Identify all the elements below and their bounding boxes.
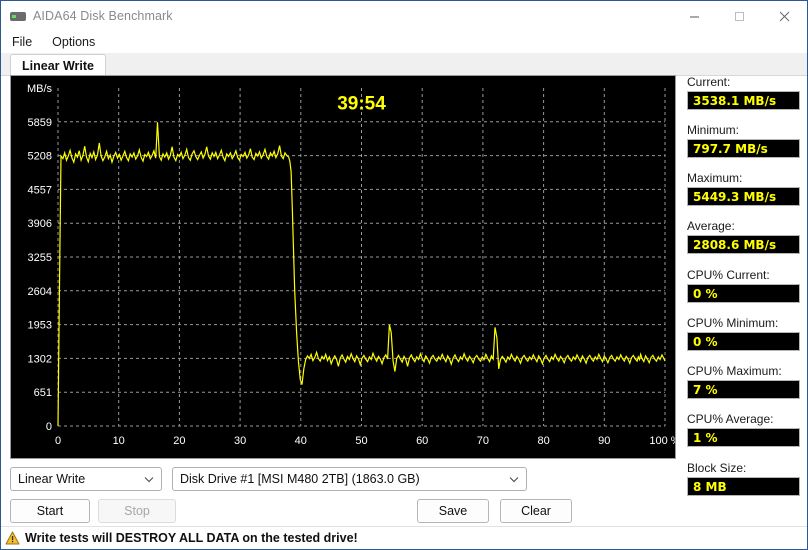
y-tick-label: 1302 <box>28 353 52 365</box>
stat-value-3: 2808.6 MB/s <box>687 235 800 254</box>
x-tick-label: 40 <box>295 435 307 447</box>
status-bar: Write tests will DESTROY ALL DATA on the… <box>1 526 807 549</box>
window-controls <box>672 1 807 31</box>
x-tick-label: 100 % <box>649 435 675 447</box>
menu-item-options[interactable]: Options <box>43 33 104 51</box>
x-tick-label: 70 <box>477 435 489 447</box>
x-tick-label: 30 <box>234 435 246 447</box>
x-tick-label: 10 <box>113 435 125 447</box>
disk-drive-icon <box>10 8 26 24</box>
y-tick-label: 3255 <box>28 252 52 264</box>
x-tick-label: 50 <box>355 435 367 447</box>
stat-label-2: Maximum: <box>687 171 743 185</box>
warning-triangle-icon <box>5 531 20 545</box>
y-tick-label: 0 <box>46 421 52 433</box>
aida64-disk-benchmark-window: AIDA64 Disk Benchmark File Options Linea… <box>0 0 808 550</box>
stat-value-4: 0 % <box>687 284 800 303</box>
selector-row: Linear Write Disk Drive #1 [MSI M480 2TB… <box>10 467 527 491</box>
status-message: Write tests will DESTROY ALL DATA on the… <box>25 531 358 545</box>
y-tick-label: 1953 <box>28 320 52 332</box>
benchmark-line-chart: 0 651 1302 1953 2604 3255 3906 4557 5208 5859 0 10 2… <box>27 83 675 447</box>
x-tick-label: 60 <box>416 435 428 447</box>
benchmark-mode-select[interactable]: Linear Write <box>10 467 162 491</box>
statistics-panel: Current: 3538.1 MB/s Minimum: 797.7 MB/s Max… <box>687 75 800 509</box>
stat-label-8: Block Size: <box>687 461 747 475</box>
title-bar: AIDA64 Disk Benchmark <box>1 1 807 31</box>
tab-linear-write[interactable]: Linear Write <box>10 54 107 76</box>
benchmark-mode-value: Linear Write <box>18 472 86 486</box>
disk-drive-select[interactable]: Disk Drive #1 [MSI M480 2TB] (1863.0 GB) <box>172 467 527 491</box>
y-axis-title: MB/s <box>27 83 53 95</box>
elapsed-timer: 39:54 <box>337 93 386 114</box>
stat-label-5: CPU% Minimum: <box>687 316 779 330</box>
minimize-icon[interactable] <box>672 1 717 31</box>
x-tick-label: 80 <box>537 435 549 447</box>
stat-label-0: Current: <box>687 75 731 89</box>
close-icon[interactable] <box>762 1 807 31</box>
chevron-down-icon <box>506 476 522 483</box>
menu-item-file[interactable]: File <box>3 33 41 51</box>
stop-button[interactable]: Stop <box>98 499 176 523</box>
button-row: Start Stop Save Clear <box>10 499 667 523</box>
stat-label-3: Average: <box>687 219 735 233</box>
y-tick-label: 4557 <box>28 184 52 196</box>
stat-value-8: 8 MB <box>687 477 800 496</box>
save-button[interactable]: Save <box>417 499 489 523</box>
stat-value-6: 7 % <box>687 380 800 399</box>
y-tick-label: 5208 <box>28 151 52 163</box>
tab-strip: Linear Write <box>1 53 807 76</box>
stat-value-1: 797.7 MB/s <box>687 139 800 158</box>
clear-button[interactable]: Clear <box>500 499 572 523</box>
menu-bar: File Options <box>1 31 807 53</box>
maximize-icon[interactable] <box>717 1 762 31</box>
stat-value-2: 5449.3 MB/s <box>687 187 800 206</box>
stat-label-4: CPU% Current: <box>687 268 770 282</box>
stat-label-1: Minimum: <box>687 123 740 137</box>
stat-value-0: 3538.1 MB/s <box>687 91 800 110</box>
disk-drive-value: Disk Drive #1 [MSI M480 2TB] (1863.0 GB) <box>180 472 420 486</box>
y-tick-label: 5859 <box>28 117 52 129</box>
chevron-down-icon <box>141 476 157 483</box>
window-title: AIDA64 Disk Benchmark <box>33 9 173 23</box>
x-tick-label: 20 <box>173 435 185 447</box>
stat-label-7: CPU% Average: <box>687 412 774 426</box>
stat-value-5: 0 % <box>687 332 800 351</box>
start-button[interactable]: Start <box>10 499 90 523</box>
x-tick-label: 90 <box>598 435 610 447</box>
benchmark-chart-panel: 0 651 1302 1953 2604 3255 3906 4557 5208 5859 0 10 2… <box>10 75 676 459</box>
stat-label-6: CPU% Maximum: <box>687 364 782 378</box>
y-tick-label: 2604 <box>28 286 52 298</box>
stat-value-7: 1 % <box>687 428 800 447</box>
y-tick-label: 651 <box>34 387 52 399</box>
y-tick-label: 3906 <box>28 218 52 230</box>
x-tick-label: 0 <box>55 435 61 447</box>
